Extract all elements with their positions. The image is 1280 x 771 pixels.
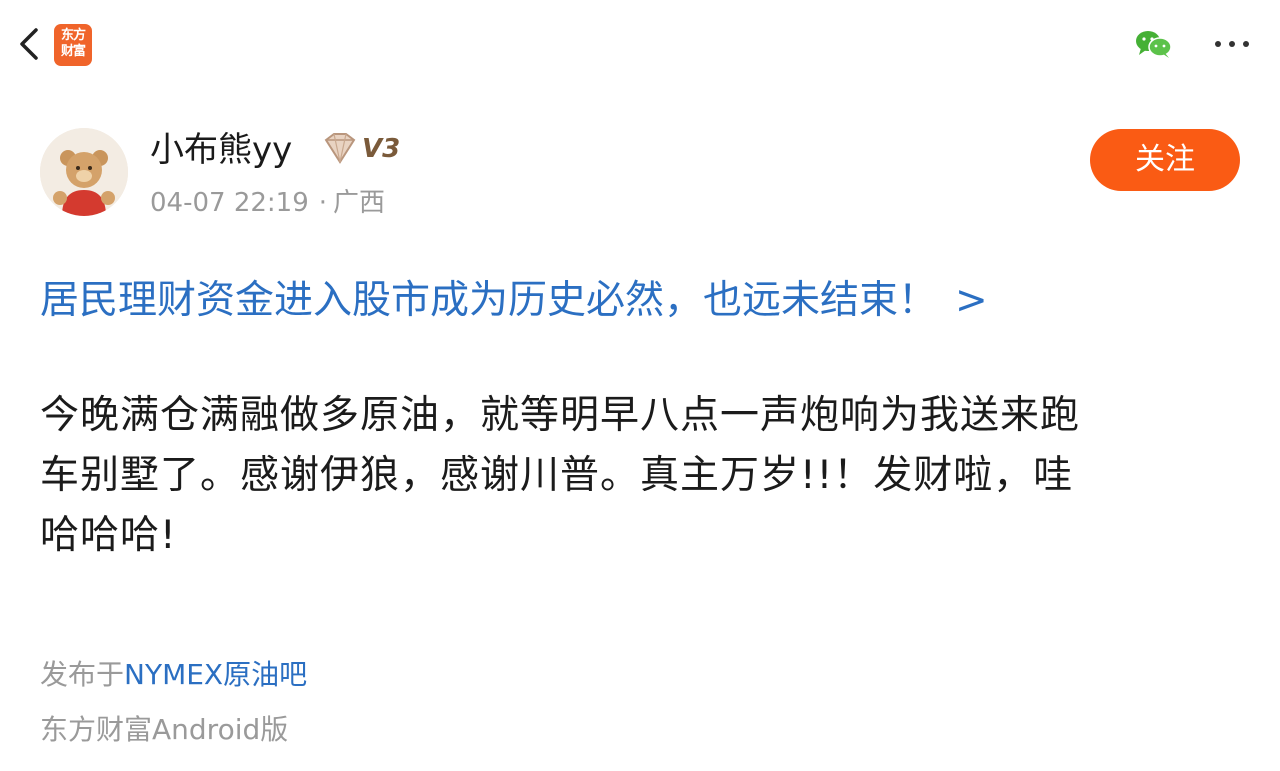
more-options-button[interactable]	[1210, 34, 1254, 54]
client-source: 东方财富Android版	[40, 713, 289, 746]
post-body-line: 今晚满仓满融做多原油，就等明早八点一声炮响为我送来跑	[40, 393, 1081, 438]
wechat-icon	[1136, 31, 1172, 58]
forum-link[interactable]: NYMEX原油吧	[124, 658, 307, 691]
vip-level-badge: V3	[318, 130, 414, 170]
top-bar: 东方 财富	[0, 0, 1280, 88]
follow-button[interactable]: 关注	[1090, 129, 1240, 191]
post-location: 广西	[333, 188, 386, 218]
back-button[interactable]	[12, 24, 48, 64]
published-in: 发布于NYMEX原油吧	[40, 656, 307, 694]
diamond-icon	[324, 133, 356, 164]
author-avatar[interactable]	[40, 128, 128, 216]
more-dots-icon	[1215, 41, 1249, 47]
logo-line-1: 东方	[60, 28, 86, 43]
wechat-share-button[interactable]	[1134, 28, 1174, 60]
title-arrow-icon: >	[955, 278, 988, 323]
post-title-text: 居民理财资金进入股市成为历史必然，也远未结束！	[40, 278, 938, 323]
meta-separator: ·	[318, 188, 328, 218]
teddy-bear-avatar-image	[40, 128, 128, 216]
post-body-line: 哈哈哈!	[40, 513, 177, 558]
author-name[interactable]: 小布熊yy	[150, 128, 292, 172]
vip-level-label: V3	[362, 134, 401, 164]
post-title-link[interactable]: 居民理财资金进入股市成为历史必然，也远未结束！ >	[40, 274, 1240, 328]
eastmoney-logo: 东方 财富	[54, 24, 92, 66]
logo-line-2: 财富	[60, 44, 86, 59]
published-prefix: 发布于	[40, 658, 125, 691]
post-detail-page: 东方 财富 小布熊yy V3 04-07 22:19 · 广西 关注 居民理财资…	[0, 0, 1280, 771]
chevron-left-icon	[20, 28, 38, 60]
post-body-line: 车别墅了。感谢伊狼，感谢川普。真主万岁!!！发财啦，哇	[40, 453, 1074, 498]
post-body: 今晚满仓满融做多原油，就等明早八点一声炮响为我送来跑 车别墅了。感谢伊狼，感谢川…	[40, 386, 1244, 566]
post-meta: 04-07 22:19 · 广西	[150, 186, 385, 220]
post-timestamp: 04-07 22:19	[150, 188, 309, 218]
